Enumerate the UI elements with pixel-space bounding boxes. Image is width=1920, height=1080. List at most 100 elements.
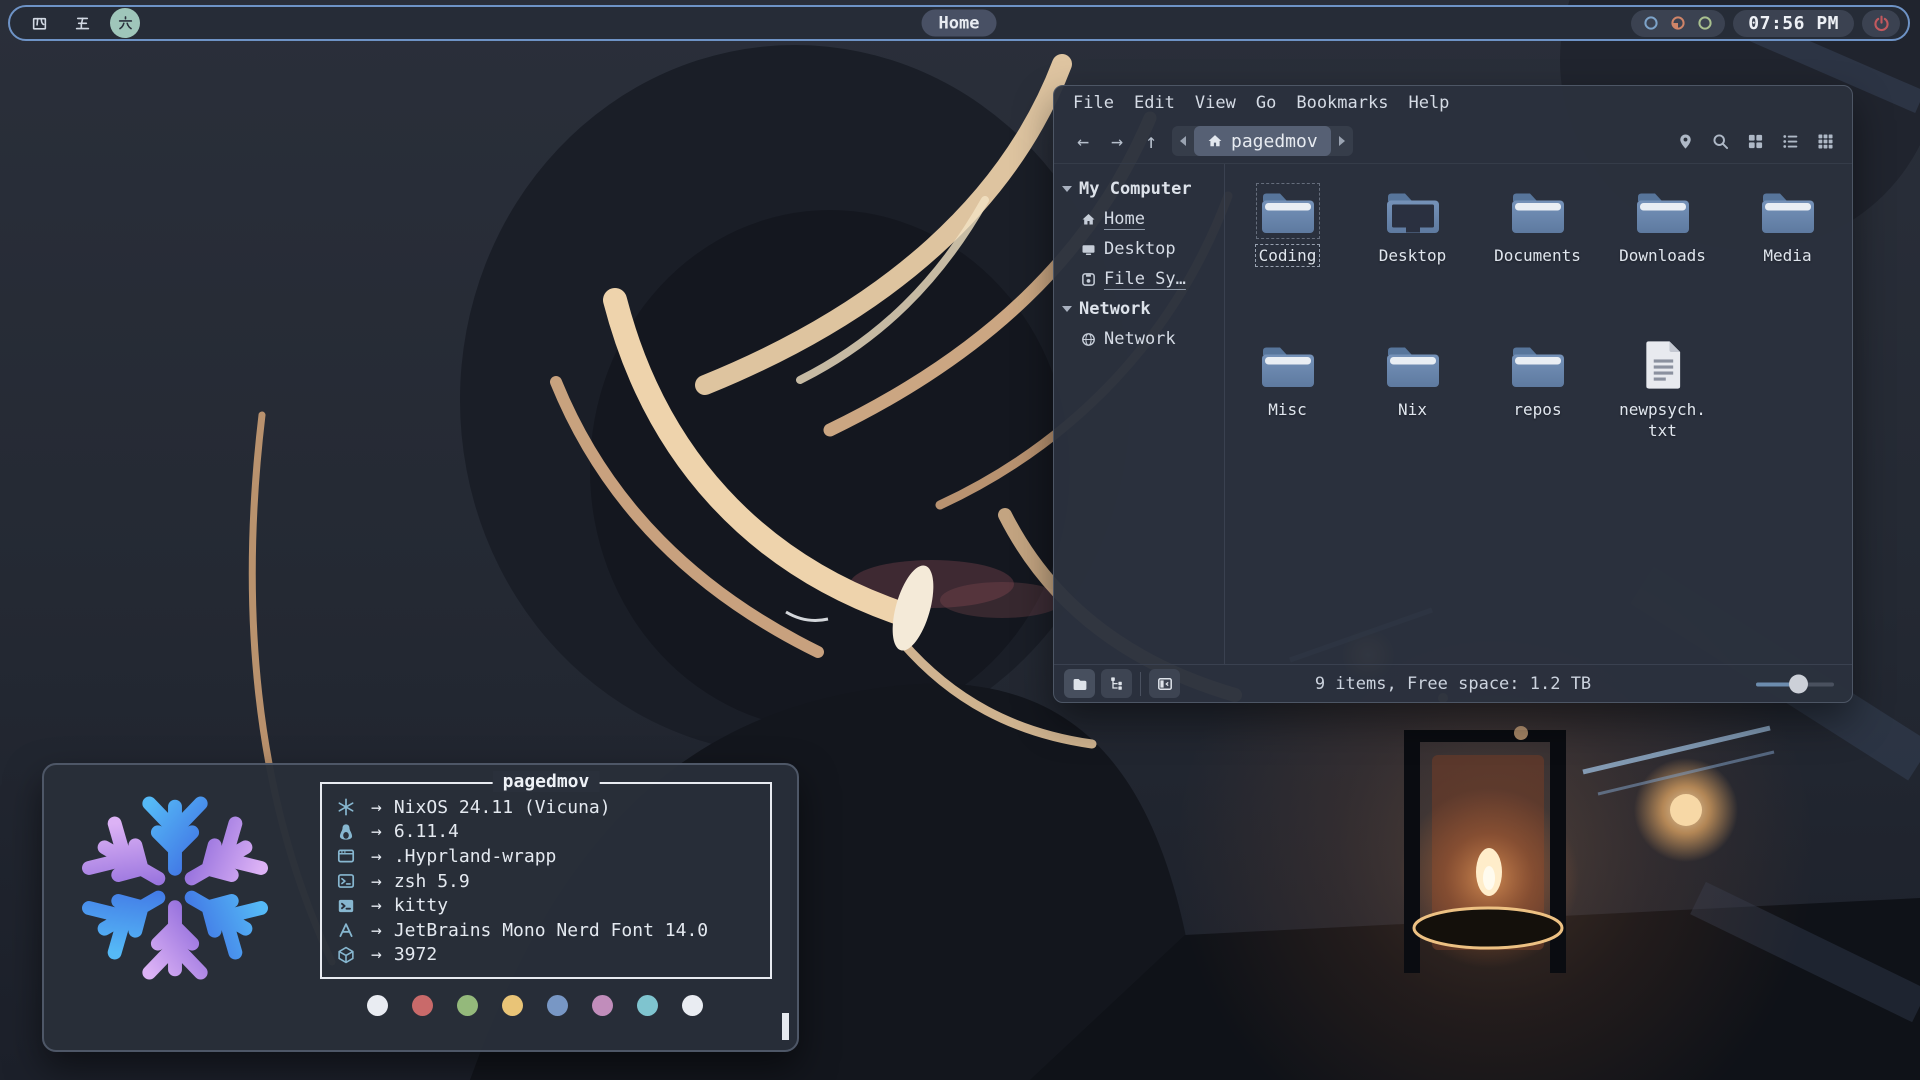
- active-window-title[interactable]: Home: [922, 10, 997, 37]
- workspace-item[interactable]: [67, 8, 97, 38]
- forward-button[interactable]: →: [1100, 129, 1134, 153]
- fetch-title: pagedmov: [493, 771, 600, 792]
- up-button[interactable]: ↑: [1134, 129, 1168, 153]
- topbar-right: 07:56 PM: [1631, 10, 1900, 37]
- power-icon: [1873, 15, 1890, 32]
- arrow-icon: →: [371, 797, 382, 818]
- fetch-row: → kitty: [337, 893, 770, 918]
- top-bar: Home 07:56 PM: [8, 5, 1910, 41]
- sidebar-item-home[interactable]: Home: [1054, 204, 1224, 234]
- back-button[interactable]: ←: [1066, 129, 1100, 153]
- file-item-coding[interactable]: Coding: [1225, 186, 1350, 340]
- sidebar-item-filesy[interactable]: File Sy…: [1054, 264, 1224, 294]
- menu-item[interactable]: File: [1064, 91, 1123, 115]
- orange-circle-icon[interactable]: [1670, 15, 1686, 31]
- search-button[interactable]: [1706, 127, 1735, 156]
- grid-button[interactable]: [1741, 127, 1770, 156]
- workspace-item[interactable]: [110, 8, 140, 38]
- file-grid: Coding Desktop Documents Downloads Media…: [1225, 164, 1852, 664]
- menu-item[interactable]: Bookmarks: [1287, 91, 1397, 115]
- blue-circle-icon[interactable]: [1643, 15, 1659, 31]
- zoom-slider[interactable]: [1756, 674, 1834, 693]
- sidebar-item-network[interactable]: Network: [1054, 324, 1224, 354]
- arrow-icon: →: [371, 871, 382, 892]
- workspace-glyph: [74, 15, 91, 32]
- palette-dot: [592, 995, 613, 1016]
- sidebar-item-icon: [1081, 272, 1096, 287]
- toolbar: ←→↑ pagedmov: [1054, 119, 1852, 164]
- file-item-media[interactable]: Media: [1725, 186, 1850, 340]
- sidebar-section-header[interactable]: My Computer: [1054, 174, 1224, 204]
- fetch-row: → zsh 5.9: [337, 869, 770, 894]
- file-item-documents[interactable]: Documents: [1475, 186, 1600, 340]
- file-manager-window: FileEditViewGoBookmarksHelp ←→↑ pagedmov: [1053, 85, 1853, 703]
- sidebar-item-icon: [1081, 242, 1096, 257]
- fetch-row-value: zsh 5.9: [394, 871, 470, 892]
- palette-dot: [547, 995, 568, 1016]
- sidebar-section-header[interactable]: Network: [1054, 294, 1224, 324]
- palette-dot: [502, 995, 523, 1016]
- fetch-row-value: 6.11.4: [394, 821, 459, 842]
- fetch-row-value: 3972: [394, 944, 437, 965]
- arrow-icon: →: [371, 846, 382, 867]
- file-item-nix[interactable]: Nix: [1350, 340, 1475, 494]
- fetch-row-value: JetBrains Mono Nerd Font 14.0: [394, 920, 708, 941]
- view-button-icon: [1747, 133, 1764, 150]
- menu-item[interactable]: View: [1186, 91, 1245, 115]
- statusbar: 9 items, Free space: 1.2 TB: [1054, 664, 1852, 702]
- file-icon: [1509, 186, 1567, 236]
- palette-dot: [367, 995, 388, 1016]
- file-item-desktop[interactable]: Desktop: [1350, 186, 1475, 340]
- file-label: Misc: [1268, 399, 1307, 420]
- workspace-glyph: [31, 15, 48, 32]
- workspace-switcher: [24, 8, 140, 38]
- window-title-label: Home: [939, 13, 980, 33]
- statusbar-button[interactable]: [1064, 669, 1095, 698]
- fetch-row: → .Hyprland-wrapp: [337, 844, 770, 869]
- side-panel-toggle-button[interactable]: [1149, 669, 1180, 698]
- file-item-misc[interactable]: Misc: [1225, 340, 1350, 494]
- power-button[interactable]: [1862, 10, 1900, 37]
- desktop: Home 07:56 PM: [0, 0, 1920, 1080]
- file-label: repos: [1513, 399, 1561, 420]
- home-icon: [1207, 133, 1223, 149]
- panel-toggle-icon: [1157, 676, 1173, 692]
- file-label: Nix: [1398, 399, 1427, 420]
- menu-item[interactable]: Go: [1247, 91, 1285, 115]
- menu-item[interactable]: Help: [1399, 91, 1458, 115]
- arrow-icon: →: [371, 944, 382, 965]
- path-segment-label: pagedmov: [1231, 131, 1318, 152]
- arrow-icon: →: [371, 821, 382, 842]
- file-item-newpsych-txt[interactable]: newpsych.txt: [1600, 340, 1725, 494]
- palette-dot: [682, 995, 703, 1016]
- fetch-row: → 6.11.4: [337, 820, 770, 845]
- menu-item[interactable]: Edit: [1125, 91, 1184, 115]
- system-tray[interactable]: [1631, 10, 1725, 37]
- terminal-window[interactable]: pagedmov → NixOS 24.11 (Vicuna) → 6.11.4…: [42, 763, 799, 1052]
- fetch-row: → 3972: [337, 943, 770, 968]
- path-segment-current[interactable]: pagedmov: [1194, 126, 1331, 156]
- green-circle-icon[interactable]: [1697, 15, 1713, 31]
- palette-dot: [457, 995, 478, 1016]
- sidebar-section: My Computer Home Desktop File Sy…: [1054, 174, 1224, 294]
- statusbar-button-icon: [1109, 676, 1125, 692]
- sidebar-item-desktop[interactable]: Desktop: [1054, 234, 1224, 264]
- workspace-glyph: [117, 15, 134, 32]
- view-button-icon: [1782, 133, 1799, 150]
- fetch-rows: → NixOS 24.11 (Vicuna) → 6.11.4 → .Hyprl…: [322, 784, 770, 967]
- compact-button[interactable]: [1811, 127, 1840, 156]
- sidebar-section: Network Network: [1054, 294, 1224, 354]
- zoom-slider-handle[interactable]: [1789, 674, 1808, 693]
- file-item-repos[interactable]: repos: [1475, 340, 1600, 494]
- list-button[interactable]: [1776, 127, 1805, 156]
- statusbar-button[interactable]: [1101, 669, 1132, 698]
- workspace-item[interactable]: [24, 8, 54, 38]
- path-scroll-left-icon[interactable]: [1172, 126, 1194, 156]
- path-scroll-right-icon[interactable]: [1331, 126, 1353, 156]
- file-item-downloads[interactable]: Downloads: [1600, 186, 1725, 340]
- clock[interactable]: 07:56 PM: [1733, 10, 1854, 37]
- pin-button[interactable]: [1671, 127, 1700, 156]
- sidebar-item-label: Home: [1104, 209, 1145, 229]
- fetch-row-icon: [337, 872, 355, 890]
- arrow-icon: →: [371, 920, 382, 941]
